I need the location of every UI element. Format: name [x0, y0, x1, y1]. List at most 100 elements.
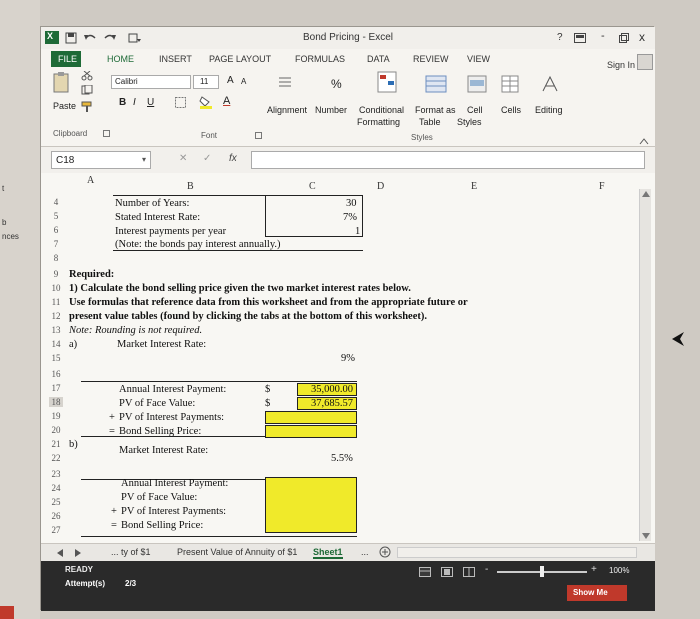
cell-b14[interactable]: Market Interest Rate: — [117, 339, 206, 350]
cut-icon[interactable] — [81, 71, 93, 81]
zoom-slider-handle[interactable] — [540, 566, 544, 577]
cell-b26[interactable]: PV of Interest Payments: — [121, 506, 226, 517]
cell-b5[interactable]: Stated Interest Rate: — [115, 212, 200, 223]
column-header-a[interactable]: A — [87, 175, 94, 186]
sheet-tab-more[interactable]: ... — [361, 547, 369, 557]
editing-icon[interactable] — [541, 75, 559, 93]
row-header-26[interactable]: 26 — [49, 511, 63, 521]
cell-styles-label-2[interactable]: Styles — [457, 117, 482, 127]
collapse-ribbon-icon[interactable] — [639, 137, 649, 145]
fill-color-icon[interactable] — [199, 95, 213, 109]
row-header-13[interactable]: 13 — [49, 325, 63, 335]
font-size-select[interactable]: 11 — [193, 75, 219, 89]
column-header-b[interactable]: B — [187, 181, 194, 192]
close-button[interactable]: x — [639, 30, 645, 44]
row-header-23[interactable]: 23 — [49, 469, 63, 479]
scroll-up-icon[interactable] — [642, 191, 650, 197]
zoom-in-button[interactable]: + — [591, 564, 597, 575]
row-header-6[interactable]: 6 — [49, 225, 63, 235]
cell-c19[interactable] — [265, 411, 357, 424]
cell-c17[interactable]: 35,000.00 — [297, 383, 357, 396]
tab-view[interactable]: VIEW — [467, 54, 490, 64]
conditional-formatting-label-1[interactable]: Conditional — [359, 105, 404, 115]
font-name-select[interactable]: Calibri — [111, 75, 191, 89]
cell-b17[interactable]: Annual Interest Payment: — [119, 384, 226, 395]
page-layout-view-icon[interactable] — [441, 567, 453, 577]
row-header-7[interactable]: 7 — [49, 239, 63, 249]
cell-c6[interactable]: 1 — [355, 226, 360, 237]
copy-icon[interactable] — [81, 85, 93, 95]
format-painter-icon[interactable] — [81, 101, 93, 113]
row-header-21[interactable]: 21 — [49, 439, 63, 449]
page-break-view-icon[interactable] — [463, 567, 475, 577]
tab-file[interactable]: FILE — [51, 51, 81, 67]
cell-a12[interactable]: present value tables (found by clicking … — [69, 311, 427, 322]
tab-data[interactable]: DATA — [367, 54, 390, 64]
underline-button[interactable]: U — [147, 97, 154, 108]
row-header-17[interactable]: 17 — [49, 383, 63, 393]
cell-b19[interactable]: PV of Interest Payments: — [119, 412, 224, 423]
font-launcher-icon[interactable] — [255, 132, 263, 140]
sheet-tab-sheet1[interactable]: Sheet1 — [313, 547, 343, 559]
paste-icon[interactable] — [53, 71, 71, 95]
row-header-25[interactable]: 25 — [49, 497, 63, 507]
row-header-11[interactable]: 11 — [49, 297, 63, 307]
sign-in-link[interactable]: Sign In — [607, 60, 635, 70]
alignment-button[interactable]: Alignment — [267, 105, 307, 115]
cells-icon[interactable] — [501, 75, 519, 93]
conditional-formatting-icon[interactable] — [377, 71, 397, 93]
cell-c5[interactable]: 7% — [343, 212, 357, 223]
ribbon-display-icon[interactable] — [574, 33, 586, 43]
editing-button[interactable]: Editing — [535, 105, 563, 115]
horizontal-scrollbar[interactable] — [397, 547, 637, 558]
cell-a14[interactable]: a) — [69, 339, 77, 350]
sheet-tab-future-value[interactable]: ... ty of $1 — [111, 547, 151, 557]
minimize-button[interactable]: - — [601, 30, 605, 42]
cell-b21[interactable]: Market Interest Rate: — [119, 445, 208, 456]
prev-sheet-icon[interactable] — [57, 549, 63, 557]
tab-insert[interactable]: INSERT — [159, 54, 192, 64]
scroll-down-icon[interactable] — [642, 533, 650, 539]
row-header-16[interactable]: 16 — [49, 369, 63, 379]
row-header-9[interactable]: 9 — [49, 269, 63, 279]
cancel-entry-icon[interactable]: ✕ — [179, 153, 187, 164]
row-header-4[interactable]: 4 — [49, 197, 63, 207]
row-header-14[interactable]: 14 — [49, 339, 63, 349]
zoom-level[interactable]: 100% — [609, 566, 629, 575]
cell-a10[interactable]: 1) Calculate the bond selling price give… — [69, 283, 411, 294]
show-me-button[interactable]: Show Me — [567, 585, 627, 601]
percent-icon[interactable]: % — [331, 77, 342, 91]
cell-c15[interactable]: 9% — [341, 353, 355, 364]
cell-a21[interactable]: b) — [69, 439, 78, 450]
column-header-e[interactable]: E — [471, 181, 477, 192]
row-header-22[interactable]: 22 — [49, 453, 63, 463]
worksheet-grid[interactable]: A B C D E F 4 5 6 7 8 9 10 11 12 13 14 1… — [41, 173, 655, 543]
cell-c4[interactable]: 30 — [346, 198, 357, 209]
conditional-formatting-label-2[interactable]: Formatting — [357, 117, 400, 127]
cell-styles-icon[interactable] — [467, 75, 487, 93]
increase-font-button[interactable]: A — [227, 75, 234, 86]
cells-button[interactable]: Cells — [501, 105, 521, 115]
row-header-20[interactable]: 20 — [49, 425, 63, 435]
cell-styles-label-1[interactable]: Cell — [467, 105, 483, 115]
alignment-icon[interactable] — [277, 75, 293, 91]
sheet-tab-pv-annuity[interactable]: Present Value of Annuity of $1 — [177, 547, 297, 557]
cell-c20[interactable] — [265, 425, 357, 438]
confirm-entry-icon[interactable]: ✓ — [203, 153, 211, 164]
row-header-24[interactable]: 24 — [49, 483, 63, 493]
tab-page-layout[interactable]: PAGE LAYOUT — [209, 54, 271, 64]
format-as-table-icon[interactable] — [425, 75, 447, 93]
row-header-12[interactable]: 12 — [49, 311, 63, 321]
column-header-d[interactable]: D — [377, 181, 384, 192]
cell-a11[interactable]: Use formulas that reference data from th… — [69, 297, 468, 308]
add-sheet-icon[interactable] — [379, 546, 391, 558]
avatar[interactable] — [637, 54, 653, 70]
cell-b25[interactable]: PV of Face Value: — [121, 492, 197, 503]
column-header-c[interactable]: C — [309, 181, 316, 192]
restore-icon[interactable] — [619, 33, 629, 43]
row-header-10[interactable]: 10 — [49, 283, 63, 293]
name-box[interactable]: C18 ▾ — [51, 151, 151, 169]
row-header-5[interactable]: 5 — [49, 211, 63, 221]
tab-formulas[interactable]: FORMULAS — [295, 54, 345, 64]
decrease-font-button[interactable]: A — [241, 77, 246, 86]
